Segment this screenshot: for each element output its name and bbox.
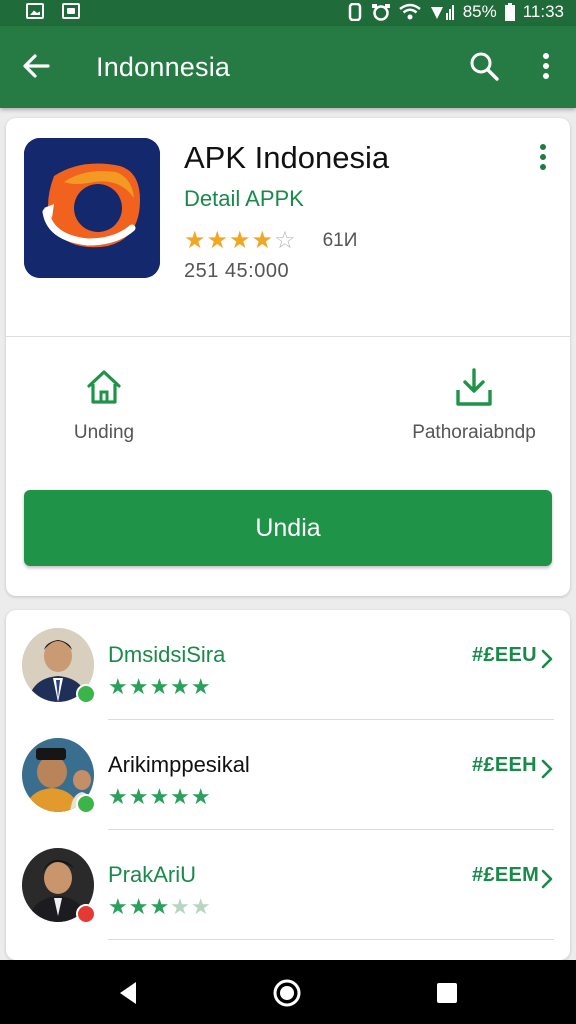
download-action[interactable]: Pathoraiabndp: [404, 366, 544, 444]
reviewer-name: DmsidsiSira: [108, 642, 226, 667]
review-tag: #£EEM: [472, 864, 540, 886]
chevron-right-icon[interactable]: [540, 758, 554, 780]
vibrate-icon: [348, 3, 361, 21]
gallery-notification-icon: [26, 3, 44, 19]
rating-count: 61И: [322, 229, 358, 251]
app-rating: ★★★★☆ 61И: [184, 226, 357, 255]
back-arrow-icon[interactable]: [20, 50, 52, 82]
review-item[interactable]: PrakAriU ★★★★★ #£EEM: [6, 830, 570, 940]
search-icon[interactable]: [468, 50, 500, 82]
clock: 11:33: [522, 2, 564, 21]
status-badge: [76, 794, 96, 814]
divider: [6, 336, 570, 337]
chevron-right-icon[interactable]: [540, 648, 554, 670]
app-overflow-menu-icon[interactable]: [532, 142, 554, 172]
review-tag: #£EEH: [472, 754, 537, 776]
system-navigation-bar: [0, 960, 576, 1024]
overflow-menu-icon[interactable]: [532, 50, 560, 82]
divider: [108, 939, 554, 940]
reviewer-name: Arikimppesikal: [108, 752, 250, 777]
app-subtitle[interactable]: Detail APPK: [184, 186, 304, 212]
home-action-label: Unding: [73, 422, 135, 443]
signal-icon: [430, 5, 454, 20]
page-title: Indonnesia: [96, 52, 231, 82]
nav-recents-icon[interactable]: [432, 978, 462, 1008]
nav-home-icon[interactable]: [272, 978, 302, 1008]
app-bar: Indonnesia: [0, 26, 576, 108]
review-item[interactable]: Arikimppesikal ★★★★★ #£EEH: [6, 720, 570, 830]
app-notification-icon: [62, 3, 80, 19]
battery-icon: [504, 3, 515, 21]
install-button[interactable]: Undia: [24, 490, 552, 566]
wifi-icon: [398, 3, 421, 20]
review-stars: ★★★★★: [108, 784, 212, 809]
alarm-icon: [371, 4, 390, 21]
review-item[interactable]: DmsidsiSira ★★★★★ #£EEU: [6, 610, 570, 720]
app-name: APK Indonesia: [184, 140, 390, 175]
status-bar: 85% 11:33: [0, 0, 576, 26]
rating-stars: ★★★★☆: [184, 227, 297, 254]
chevron-right-icon[interactable]: [540, 868, 554, 890]
download-icon: [456, 368, 492, 406]
app-logo-icon[interactable]: [24, 138, 160, 278]
status-badge: [76, 904, 96, 924]
review-tag: #£EEU: [472, 644, 537, 666]
status-badge: [76, 684, 96, 704]
home-icon: [87, 370, 121, 404]
app-meta: 251 45:000: [184, 260, 290, 282]
app-detail-card: APK Indonesia Detail APPK ★★★★☆ 61И 251 …: [6, 118, 570, 596]
reviewer-name: PrakAriU: [108, 862, 197, 887]
reviews-card: DmsidsiSira ★★★★★ #£EEU Arikimppesikal ★…: [6, 610, 570, 960]
home-action[interactable]: Unding: [62, 366, 146, 444]
battery-percent: 85%: [462, 2, 497, 21]
download-action-label: Pathoraiabndp: [412, 422, 536, 443]
review-stars: ★★★★★: [108, 674, 212, 699]
review-stars: ★★★★★: [108, 894, 212, 919]
nav-back-icon[interactable]: [114, 978, 144, 1008]
